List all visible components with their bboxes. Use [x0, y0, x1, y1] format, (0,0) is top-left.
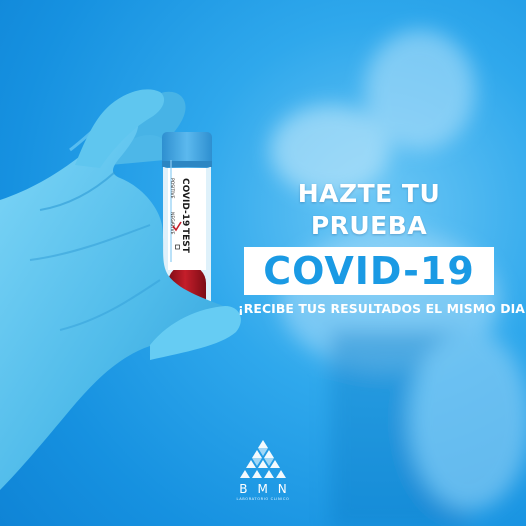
tube-test-label: TEST — [180, 228, 190, 254]
covid-test-poster: COVID-19 TEST POSITIVE NEGATIVE HAZTE TU… — [0, 0, 526, 526]
bmn-logo: BMN LABORATORIO CLINICO — [226, 440, 300, 501]
tube-positive-label: POSITIVE — [169, 178, 175, 199]
logo-name: BMN — [239, 482, 297, 496]
logo-tagline: LABORATORIO CLINICO — [236, 497, 290, 501]
subheadline: ¡RECIBE TUS RESULTADOS EL MISMO DIA! — [238, 301, 526, 316]
bmn-pyramid-logo-icon — [240, 440, 286, 478]
headline-title: HAZTE TU PRUEBA — [297, 179, 441, 240]
tube-negative-label: NEGATIVE — [169, 212, 175, 235]
tube-title: COVID-19 — [180, 178, 190, 226]
highlight-text: COVID-19 — [263, 249, 475, 293]
headline-block: HAZTE TU PRUEBA COVID-19 ¡RECIBE TUS RES… — [238, 178, 526, 316]
highlight-box: COVID-19 — [244, 247, 494, 295]
